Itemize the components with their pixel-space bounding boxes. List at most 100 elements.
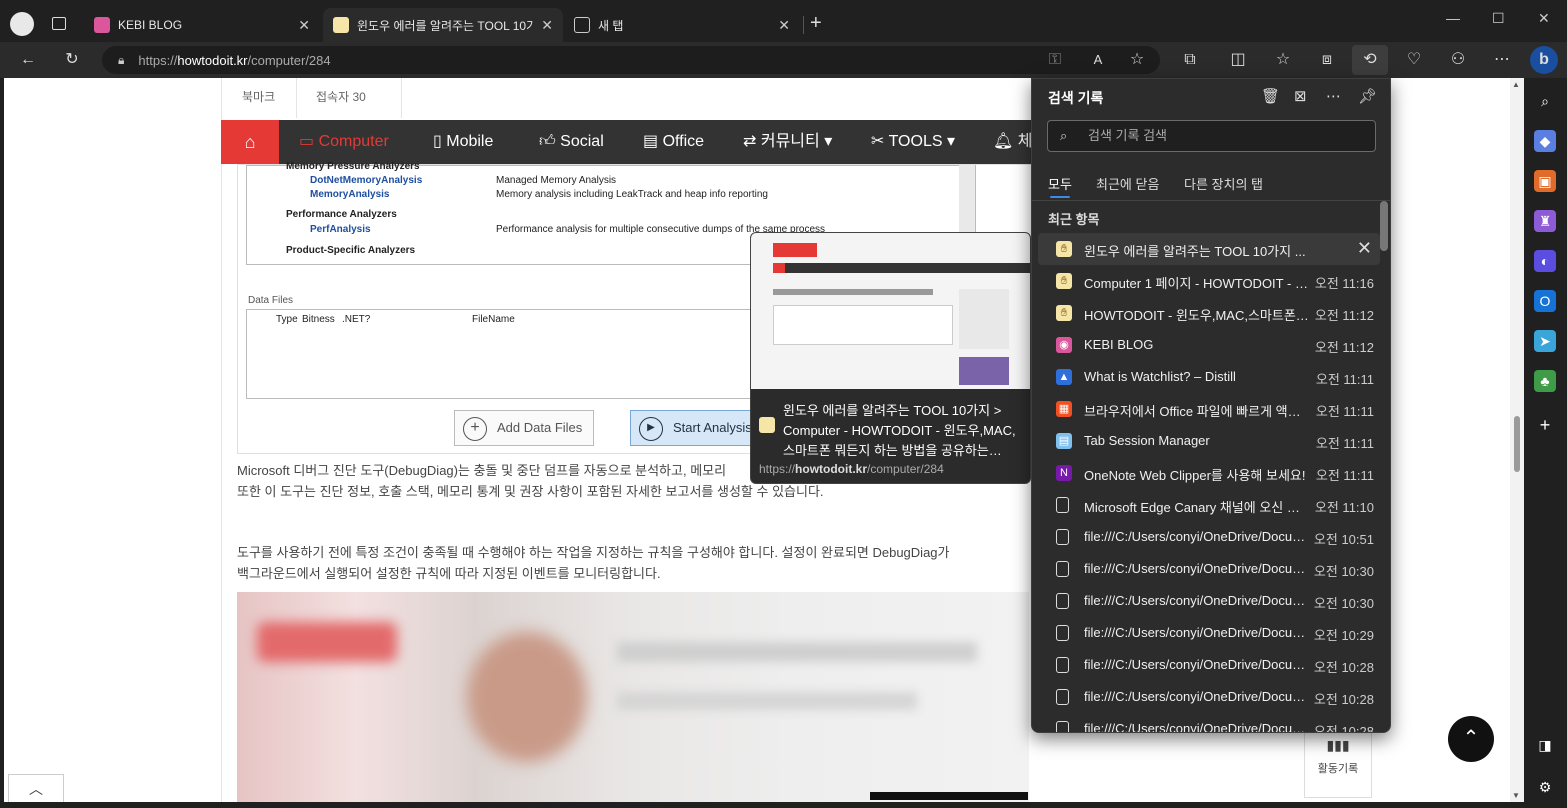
history-item[interactable]: file:///C:/Users/conyi/OneDrive/Docume..… <box>1038 521 1380 553</box>
bookmark-link[interactable]: 북마크 <box>242 88 275 105</box>
history-item-title: file:///C:/Users/conyi/OneDrive/Docume..… <box>1084 625 1309 640</box>
file-icon <box>1056 657 1069 673</box>
scroll-up-icon[interactable]: ▲ <box>1512 80 1520 89</box>
plus-circle-icon: + <box>463 417 487 441</box>
outlook-icon[interactable]: O <box>1534 290 1556 312</box>
history-item-time: 오전 10:28 <box>1313 692 1374 707</box>
performance-icon[interactable]: ⚇ <box>1447 50 1469 70</box>
pin-icon[interactable]: 📌︎ <box>1358 87 1377 105</box>
history-item[interactable]: file:///C:/Users/conyi/OneDrive/Docume..… <box>1038 585 1380 617</box>
history-item-time: 오전 11:11 <box>1315 372 1374 387</box>
copilot-icon[interactable]: b <box>1530 46 1558 74</box>
scroll-top-button[interactable]: ⌃ <box>1448 716 1494 762</box>
ad-bar <box>870 792 1028 800</box>
tab-all[interactable]: 모두 <box>1048 174 1072 198</box>
history-item-title: file:///C:/Users/conyi/OneDrive/Docume..… <box>1084 689 1309 704</box>
history-scroll-thumb[interactable] <box>1380 201 1388 251</box>
nav-office[interactable]: ▤ Office <box>643 120 704 164</box>
tab-kebi-blog[interactable]: KEBI BLOG ✕ <box>84 8 320 42</box>
address-bar[interactable]: 🔒︎ https://howtodoit.kr/computer/284 <box>102 46 1160 74</box>
history-item-time: 오전 11:16 <box>1314 276 1374 291</box>
distill-icon: ▲ <box>1056 369 1072 385</box>
send-icon[interactable]: ➤ <box>1534 330 1556 352</box>
history-item-time: 오전 11:11 <box>1315 404 1374 419</box>
history-item[interactable]: ✋︎ Computer 1 페이지 - HOWTODOIT - 윈... 오전 11… <box>1038 265 1380 297</box>
scroll-thumb[interactable] <box>1514 416 1520 472</box>
collections-icon[interactable]: ⧈ <box>1316 50 1338 70</box>
tab-recently-closed[interactable]: 최근에 닫음 <box>1096 174 1159 193</box>
tab-new-tab[interactable]: 새 탭 ✕ <box>564 8 800 42</box>
new-tab-button[interactable]: + <box>810 12 822 35</box>
history-search-input[interactable]: ⌕ 검색 기록 검색 <box>1047 120 1376 152</box>
history-item[interactable]: Microsoft Edge Canary 채널에 오신 것... 오전 11:1… <box>1038 489 1380 521</box>
history-item[interactable]: N OneNote Web Clipper를 사용해 보세요! 오전 11:11 <box>1038 457 1380 489</box>
remove-item-icon[interactable]: ✕ <box>1357 238 1372 259</box>
shopping-tag-icon[interactable]: ◆ <box>1534 130 1556 152</box>
microsoft-icon: ▦ <box>1056 401 1072 417</box>
read-aloud-icon[interactable]: A <box>1087 50 1109 70</box>
history-item-time: 오전 11:12 <box>1314 340 1374 355</box>
sidebar-layout-icon[interactable]: ◨ <box>1534 734 1556 756</box>
profile-icon[interactable] <box>10 12 34 36</box>
clear-browsing-data-icon[interactable]: ⊠ <box>1294 87 1307 105</box>
search-icon: ⌕ <box>1060 128 1068 143</box>
key-icon[interactable]: ⚿ <box>1044 50 1066 70</box>
history-item[interactable]: file:///C:/Users/conyi/OneDrive/Docume..… <box>1038 713 1380 732</box>
bar-chart-icon: ▮▮▮ <box>1326 737 1350 753</box>
extensions-icon[interactable]: ⧉ <box>1179 50 1201 70</box>
tree-icon[interactable]: ♣ <box>1534 370 1556 392</box>
close-tab-icon[interactable]: ✕ <box>541 17 553 34</box>
nav-computer[interactable]: ▭ Computer <box>299 120 389 164</box>
search-icon[interactable]: ⌕ <box>1534 90 1556 112</box>
favorite-star-icon[interactable]: ☆ <box>1126 50 1148 70</box>
copilot-sidebar-icon[interactable]: ◐ <box>1534 250 1556 272</box>
minimize-icon[interactable]: — <box>1446 10 1460 26</box>
history-item[interactable]: ✋︎ HOWTODOIT - 윈도우,MAC,스마트폰 ... 오전 11:12 <box>1038 297 1380 329</box>
back-icon[interactable]: ← <box>17 50 39 70</box>
page-scrollbar[interactable]: ▲ ▼ <box>1510 78 1524 802</box>
history-item[interactable]: file:///C:/Users/conyi/OneDrive/Docume..… <box>1038 681 1380 713</box>
close-tab-icon[interactable]: ✕ <box>778 17 790 34</box>
history-item[interactable]: ◉ KEBI BLOG 오전 11:12 <box>1038 329 1380 361</box>
scroll-down-icon[interactable]: ▼ <box>1512 791 1520 800</box>
history-item[interactable]: ✋︎ 윈도우 에러를 알려주는 TOOL 10가지 ... ✕ <box>1038 233 1380 265</box>
tab-other-devices[interactable]: 다른 장치의 탭 <box>1184 174 1263 193</box>
analyzer-group: Memory Pressure Analyzers <box>286 161 420 172</box>
split-screen-icon[interactable]: ◫ <box>1227 50 1249 70</box>
visitor-count: 접속자 30 <box>316 90 366 104</box>
nav-more[interactable]: 🔔︎ 체 <box>993 120 1033 164</box>
add-icon[interactable]: + <box>1534 414 1556 436</box>
close-window-icon[interactable]: ✕ <box>1538 10 1550 27</box>
collapse-icon[interactable]: ︿ <box>8 774 64 802</box>
more-menu-icon[interactable]: ⋯ <box>1491 50 1513 70</box>
nav-mobile[interactable]: ▯ Mobile <box>433 120 493 164</box>
maximize-icon[interactable]: ☐ <box>1492 10 1505 27</box>
history-item[interactable]: ▤ Tab Session Manager 오전 11:11 <box>1038 425 1380 457</box>
settings-icon[interactable]: ⚙ <box>1534 776 1556 798</box>
nav-community[interactable]: ⇄ 커뮤니티 ▾ <box>743 120 832 164</box>
browser-essentials-icon[interactable]: ♡ <box>1403 50 1425 70</box>
history-item[interactable]: file:///C:/Users/conyi/OneDrive/Docume..… <box>1038 553 1380 585</box>
games-icon[interactable]: ♜ <box>1534 210 1556 232</box>
history-item-time: 오전 11:10 <box>1314 500 1374 515</box>
history-item[interactable]: ▲ What is Watchlist? – Distill 오전 11:11 <box>1038 361 1380 393</box>
tools-icon[interactable]: ▣ <box>1534 170 1556 192</box>
history-item[interactable]: ▦ 브라우저에서 Office 파일에 빠르게 액세... 오전 11:11 <box>1038 393 1380 425</box>
history-icon[interactable]: ⟲ <box>1352 45 1388 75</box>
home-icon[interactable]: ⌂ <box>221 120 279 164</box>
close-tab-icon[interactable]: ✕ <box>298 17 310 34</box>
history-item-time: 오전 11:11 <box>1315 436 1374 451</box>
favorites-icon[interactable]: ☆ <box>1272 50 1294 70</box>
tab-active-tool[interactable]: 윈도우 에러를 알려주는 TOOL 10가지 ✕ <box>323 8 563 42</box>
history-item[interactable]: file:///C:/Users/conyi/OneDrive/Docume..… <box>1038 617 1380 649</box>
kebi-icon: ◉ <box>1056 337 1072 353</box>
more-options-icon[interactable]: ⋯ <box>1326 87 1341 105</box>
tab-actions-icon[interactable] <box>52 17 66 30</box>
history-title: 검색 기록 <box>1048 90 1104 106</box>
history-item[interactable]: file:///C:/Users/conyi/OneDrive/Docume..… <box>1038 649 1380 681</box>
tsm-icon: ▤ <box>1056 433 1072 449</box>
nav-social[interactable]: 👍︎ Social <box>539 120 604 164</box>
delete-icon[interactable]: 🗑︎ <box>1261 87 1280 105</box>
nav-tools[interactable]: ✂ TOOLS ▾ <box>871 120 955 164</box>
refresh-icon[interactable]: ↻ <box>61 50 83 70</box>
